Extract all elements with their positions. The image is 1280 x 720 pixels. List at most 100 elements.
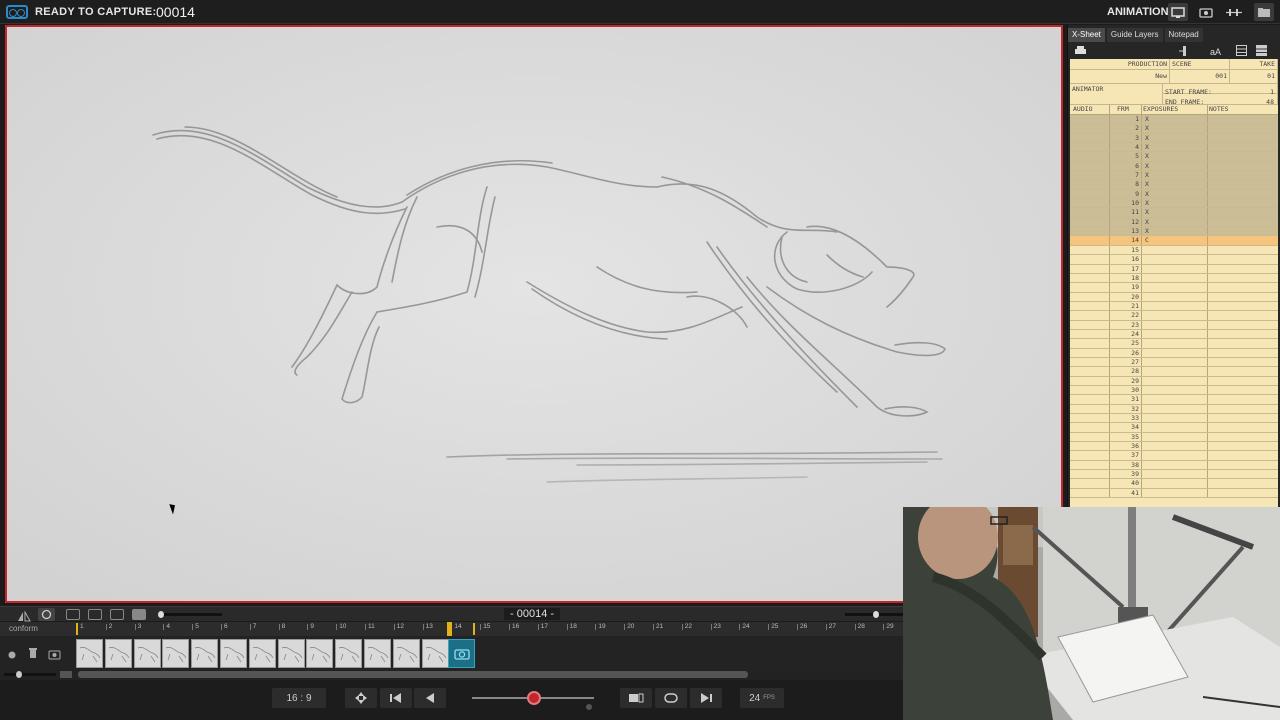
tab-notepad[interactable]: Notepad bbox=[1164, 28, 1203, 42]
frame-view-icon[interactable] bbox=[66, 609, 80, 620]
scene-value[interactable]: 001 bbox=[1170, 70, 1230, 84]
audio-cell[interactable] bbox=[1070, 255, 1110, 264]
xsheet-row[interactable]: 40 bbox=[1070, 479, 1278, 489]
audio-cell[interactable] bbox=[1070, 217, 1110, 227]
speed-slider[interactable] bbox=[472, 691, 594, 705]
camera-icon[interactable] bbox=[1197, 3, 1215, 21]
loop-icon[interactable] bbox=[655, 688, 687, 708]
notes-cell[interactable] bbox=[1208, 208, 1278, 216]
xsheet-row[interactable]: 18 bbox=[1070, 273, 1278, 284]
audio-cell[interactable] bbox=[1070, 161, 1110, 171]
notes-cell[interactable] bbox=[1208, 405, 1278, 413]
frame-thumbnail[interactable] bbox=[162, 639, 190, 668]
safe-area-icon[interactable] bbox=[110, 609, 124, 620]
notes-cell[interactable] bbox=[1208, 423, 1278, 431]
exposure-cell[interactable] bbox=[1142, 404, 1208, 413]
notes-cell[interactable] bbox=[1208, 479, 1278, 487]
exposure-cell[interactable] bbox=[1142, 479, 1208, 488]
audio-cell[interactable] bbox=[1070, 273, 1110, 283]
tab-guide-layers[interactable]: Guide Layers bbox=[1106, 28, 1163, 42]
xsheet-row[interactable]: 23 bbox=[1070, 320, 1278, 330]
notes-cell[interactable] bbox=[1208, 115, 1278, 123]
notes-cell[interactable] bbox=[1208, 124, 1278, 132]
frame-thumbnail[interactable] bbox=[306, 639, 334, 668]
folder-icon[interactable] bbox=[1254, 3, 1274, 21]
exposure-cell[interactable]: X bbox=[1142, 143, 1208, 152]
exposure-cell[interactable] bbox=[1142, 357, 1208, 367]
notes-cell[interactable] bbox=[1208, 199, 1278, 207]
opacity-slider[interactable] bbox=[158, 611, 222, 618]
xsheet-row[interactable]: 19 bbox=[1070, 283, 1278, 293]
audio-cell[interactable] bbox=[1070, 479, 1110, 488]
notes-cell[interactable] bbox=[1208, 470, 1278, 478]
trash-icon[interactable] bbox=[28, 646, 38, 664]
audio-cell[interactable] bbox=[1070, 488, 1110, 498]
loop-toggle-icon[interactable] bbox=[38, 608, 55, 621]
notes-cell[interactable] bbox=[1208, 171, 1278, 179]
xsheet-row[interactable]: 12 X bbox=[1070, 217, 1278, 228]
xsheet-row[interactable]: 29 bbox=[1070, 376, 1278, 386]
notes-cell[interactable] bbox=[1208, 349, 1278, 357]
xsheet-row[interactable]: 13 X bbox=[1070, 227, 1278, 237]
move-icon[interactable] bbox=[345, 688, 377, 708]
exposure-cell[interactable] bbox=[1142, 255, 1208, 264]
audio-cell[interactable] bbox=[1070, 236, 1110, 245]
exposure-cell[interactable] bbox=[1142, 442, 1208, 451]
exposure-cell[interactable] bbox=[1142, 432, 1208, 442]
playhead[interactable] bbox=[447, 622, 452, 636]
audio-cell[interactable] bbox=[1070, 320, 1110, 329]
exposure-cell[interactable] bbox=[1142, 488, 1208, 498]
audio-cell[interactable] bbox=[1070, 124, 1110, 133]
audio-cell[interactable] bbox=[1070, 423, 1110, 432]
notes-cell[interactable] bbox=[1208, 489, 1278, 497]
audio-cell[interactable] bbox=[1070, 152, 1110, 161]
frame-thumbnail[interactable] bbox=[104, 639, 132, 668]
exposure-cell[interactable]: X bbox=[1142, 180, 1208, 189]
notes-cell[interactable] bbox=[1208, 236, 1278, 244]
frame-thumbnail[interactable] bbox=[191, 639, 219, 668]
live-capture-frame[interactable] bbox=[448, 639, 475, 668]
audio-cell[interactable] bbox=[1070, 143, 1110, 152]
strip-zoom-handle[interactable] bbox=[16, 671, 22, 678]
audio-cell[interactable] bbox=[1070, 329, 1110, 339]
scroll-thumb[interactable] bbox=[78, 671, 748, 678]
notes-cell[interactable] bbox=[1208, 143, 1278, 151]
exposure-cell[interactable] bbox=[1142, 376, 1208, 385]
notes-cell[interactable] bbox=[1208, 152, 1278, 160]
xsheet-row[interactable]: 36 bbox=[1070, 442, 1278, 452]
exposure-cell[interactable] bbox=[1142, 414, 1208, 423]
xsheet-row[interactable]: 6X bbox=[1070, 161, 1278, 172]
xsheet-row[interactable]: 10 X bbox=[1070, 199, 1278, 209]
exposure-cell[interactable] bbox=[1142, 460, 1208, 470]
exposure-cell[interactable] bbox=[1142, 273, 1208, 283]
xsheet-row[interactable]: 7X bbox=[1070, 171, 1278, 181]
exposure-cell[interactable] bbox=[1142, 395, 1208, 404]
exposure-cell[interactable] bbox=[1142, 292, 1208, 301]
notes-cell[interactable] bbox=[1208, 162, 1278, 170]
layer-camera-icon[interactable] bbox=[48, 647, 61, 665]
zoom-slider-handle[interactable] bbox=[873, 611, 879, 618]
xsheet-row[interactable]: 35 bbox=[1070, 432, 1278, 443]
mode-label[interactable]: ANIMATION bbox=[1107, 6, 1169, 18]
exposure-cell[interactable]: X bbox=[1142, 199, 1208, 208]
exposure-cell[interactable]: X bbox=[1142, 208, 1208, 217]
frame-thumbnail[interactable] bbox=[421, 639, 449, 668]
audio-cell[interactable] bbox=[1070, 189, 1110, 199]
audio-cell[interactable] bbox=[1070, 442, 1110, 451]
audio-cell[interactable] bbox=[1070, 264, 1110, 273]
notes-cell[interactable] bbox=[1208, 433, 1278, 441]
audio-cell[interactable] bbox=[1070, 115, 1110, 124]
xsheet-row[interactable]: 25 bbox=[1070, 339, 1278, 349]
xsheet-row[interactable]: 22 bbox=[1070, 311, 1278, 321]
notes-cell[interactable] bbox=[1208, 218, 1278, 226]
notes-cell[interactable] bbox=[1208, 414, 1278, 422]
exposure-cell[interactable] bbox=[1142, 320, 1208, 329]
insert-column-icon[interactable] bbox=[1178, 45, 1190, 60]
audio-cell[interactable] bbox=[1070, 385, 1110, 395]
audio-cell[interactable] bbox=[1070, 451, 1110, 460]
audio-cell[interactable] bbox=[1070, 133, 1110, 143]
notes-cell[interactable] bbox=[1208, 386, 1278, 394]
notes-cell[interactable] bbox=[1208, 190, 1278, 198]
xsheet-row[interactable]: 41 bbox=[1070, 488, 1278, 499]
audio-cell[interactable] bbox=[1070, 301, 1110, 311]
